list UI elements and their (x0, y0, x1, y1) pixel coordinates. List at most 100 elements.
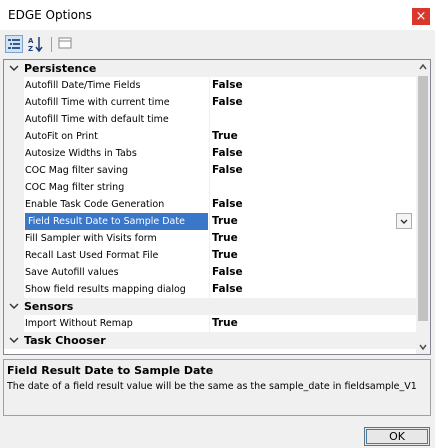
property-row[interactable]: Autofill Date/Time Fields False (4, 77, 416, 94)
category-row[interactable]: Sensors (4, 298, 416, 315)
property-value[interactable]: False (212, 94, 392, 111)
column-splitter[interactable] (209, 213, 210, 230)
property-name[interactable]: Autofill Time with default time (25, 111, 208, 128)
alphabetical-sort-icon: A Z (28, 37, 43, 53)
scroll-down-button[interactable] (416, 340, 430, 354)
close-icon: × (415, 9, 427, 24)
property-value[interactable]: False (212, 145, 392, 162)
column-splitter[interactable] (209, 111, 210, 128)
category-label: Persistence (24, 62, 97, 75)
property-name[interactable]: Autofill Date/Time Fields (25, 77, 208, 94)
property-value[interactable] (212, 111, 392, 128)
property-name[interactable]: Save Autofill values (25, 264, 208, 281)
column-splitter[interactable] (209, 77, 210, 94)
property-value[interactable]: False (212, 77, 392, 94)
row-margin (4, 111, 24, 128)
property-name[interactable]: Autosize Widths in Tabs (25, 145, 208, 162)
property-name[interactable]: Autofill Time with current time (25, 94, 208, 111)
chevron-down-icon[interactable] (8, 332, 20, 349)
property-name[interactable]: Import Without Remap (25, 315, 208, 332)
property-row[interactable]: Autosize Widths in Tabs False (4, 145, 416, 162)
column-splitter[interactable] (209, 247, 210, 264)
property-row-selected[interactable]: Field Result Date to Sample Date True (4, 213, 416, 230)
alphabetical-button[interactable]: A Z (27, 35, 45, 53)
description-panel: Field Result Date to Sample Date The dat… (3, 359, 431, 416)
row-margin (4, 230, 24, 247)
toolbar: A Z (0, 31, 435, 57)
property-value[interactable]: True (212, 247, 392, 264)
property-name[interactable]: AutoFit on Print (25, 128, 208, 145)
category-row[interactable]: Persistence (4, 60, 416, 77)
property-value[interactable] (212, 179, 392, 196)
property-name[interactable]: Enable Task Code Generation (25, 196, 208, 213)
property-row[interactable]: Save Autofill values False (4, 264, 416, 281)
row-margin (4, 94, 24, 111)
row-margin (4, 281, 24, 298)
row-margin (4, 213, 24, 230)
chevron-down-icon (419, 344, 427, 351)
row-margin (4, 145, 24, 162)
property-row[interactable]: Import Without Remap True (4, 315, 416, 332)
window-title: EDGE Options (8, 8, 92, 22)
chevron-down-icon[interactable] (8, 298, 20, 315)
property-value[interactable]: False (212, 281, 392, 298)
property-row[interactable]: COC Mag filter string (4, 179, 416, 196)
categorized-button[interactable] (5, 35, 23, 53)
row-margin (4, 264, 24, 281)
property-name[interactable]: COC Mag filter saving (25, 162, 208, 179)
column-splitter[interactable] (209, 128, 210, 145)
column-splitter[interactable] (209, 179, 210, 196)
chevron-down-icon (400, 219, 408, 224)
property-value[interactable]: True (212, 315, 392, 332)
categorized-icon (8, 39, 20, 49)
property-name[interactable]: Fill Sampler with Visits form (25, 230, 208, 247)
property-grid[interactable]: Persistence Autofill Date/Time Fields Fals… (3, 59, 431, 355)
property-name[interactable]: Field Result Date to Sample Date (25, 213, 208, 230)
toolbar-separator (51, 37, 52, 52)
scrollbar-thumb[interactable] (418, 76, 428, 321)
property-value[interactable]: True (212, 128, 392, 145)
row-margin (4, 162, 24, 179)
svg-text:Z: Z (28, 45, 33, 53)
property-value[interactable]: False (212, 264, 392, 281)
property-value[interactable]: True (212, 230, 392, 247)
property-name[interactable]: Recall Last Used Format File (25, 247, 208, 264)
property-value[interactable]: False (212, 162, 392, 179)
column-splitter[interactable] (209, 196, 210, 213)
ok-button[interactable]: OK (364, 427, 430, 446)
description-text: The date of a field result value will be… (7, 381, 417, 392)
chevron-up-icon (419, 63, 427, 70)
category-row[interactable]: Task Chooser (4, 332, 416, 349)
column-splitter[interactable] (209, 162, 210, 179)
chevron-down-icon[interactable] (8, 60, 20, 77)
scroll-up-button[interactable] (416, 60, 430, 74)
property-row[interactable]: Fill Sampler with Visits form True (4, 230, 416, 247)
row-margin (4, 315, 24, 332)
row-margin (4, 247, 24, 264)
property-row[interactable]: AutoFit on Print True (4, 128, 416, 145)
property-row[interactable]: Recall Last Used Format File True (4, 247, 416, 264)
column-splitter[interactable] (209, 145, 210, 162)
column-splitter[interactable] (209, 230, 210, 247)
column-splitter[interactable] (209, 94, 210, 111)
column-splitter[interactable] (209, 315, 210, 332)
property-value[interactable]: False (212, 196, 392, 213)
vertical-scrollbar[interactable] (416, 60, 430, 354)
column-splitter[interactable] (209, 264, 210, 281)
property-name[interactable]: Show field results mapping dialog (25, 281, 208, 298)
property-row[interactable]: Show field results mapping dialog False (4, 281, 416, 298)
row-margin (4, 77, 24, 94)
close-button[interactable]: × (412, 8, 430, 25)
property-row[interactable]: Enable Task Code Generation False (4, 196, 416, 213)
property-row[interactable]: Autofill Time with default time (4, 111, 416, 128)
column-splitter[interactable] (209, 281, 210, 298)
property-row[interactable]: COC Mag filter saving False (4, 162, 416, 179)
property-name[interactable]: COC Mag filter string (25, 179, 208, 196)
svg-text:A: A (28, 37, 34, 45)
property-value[interactable]: True (212, 213, 392, 230)
value-dropdown-button[interactable] (396, 213, 412, 229)
property-row[interactable]: Autofill Time with current time False (4, 94, 416, 111)
property-pages-button[interactable] (57, 35, 75, 53)
property-pages-icon (58, 37, 72, 49)
category-label: Task Chooser (24, 334, 106, 347)
